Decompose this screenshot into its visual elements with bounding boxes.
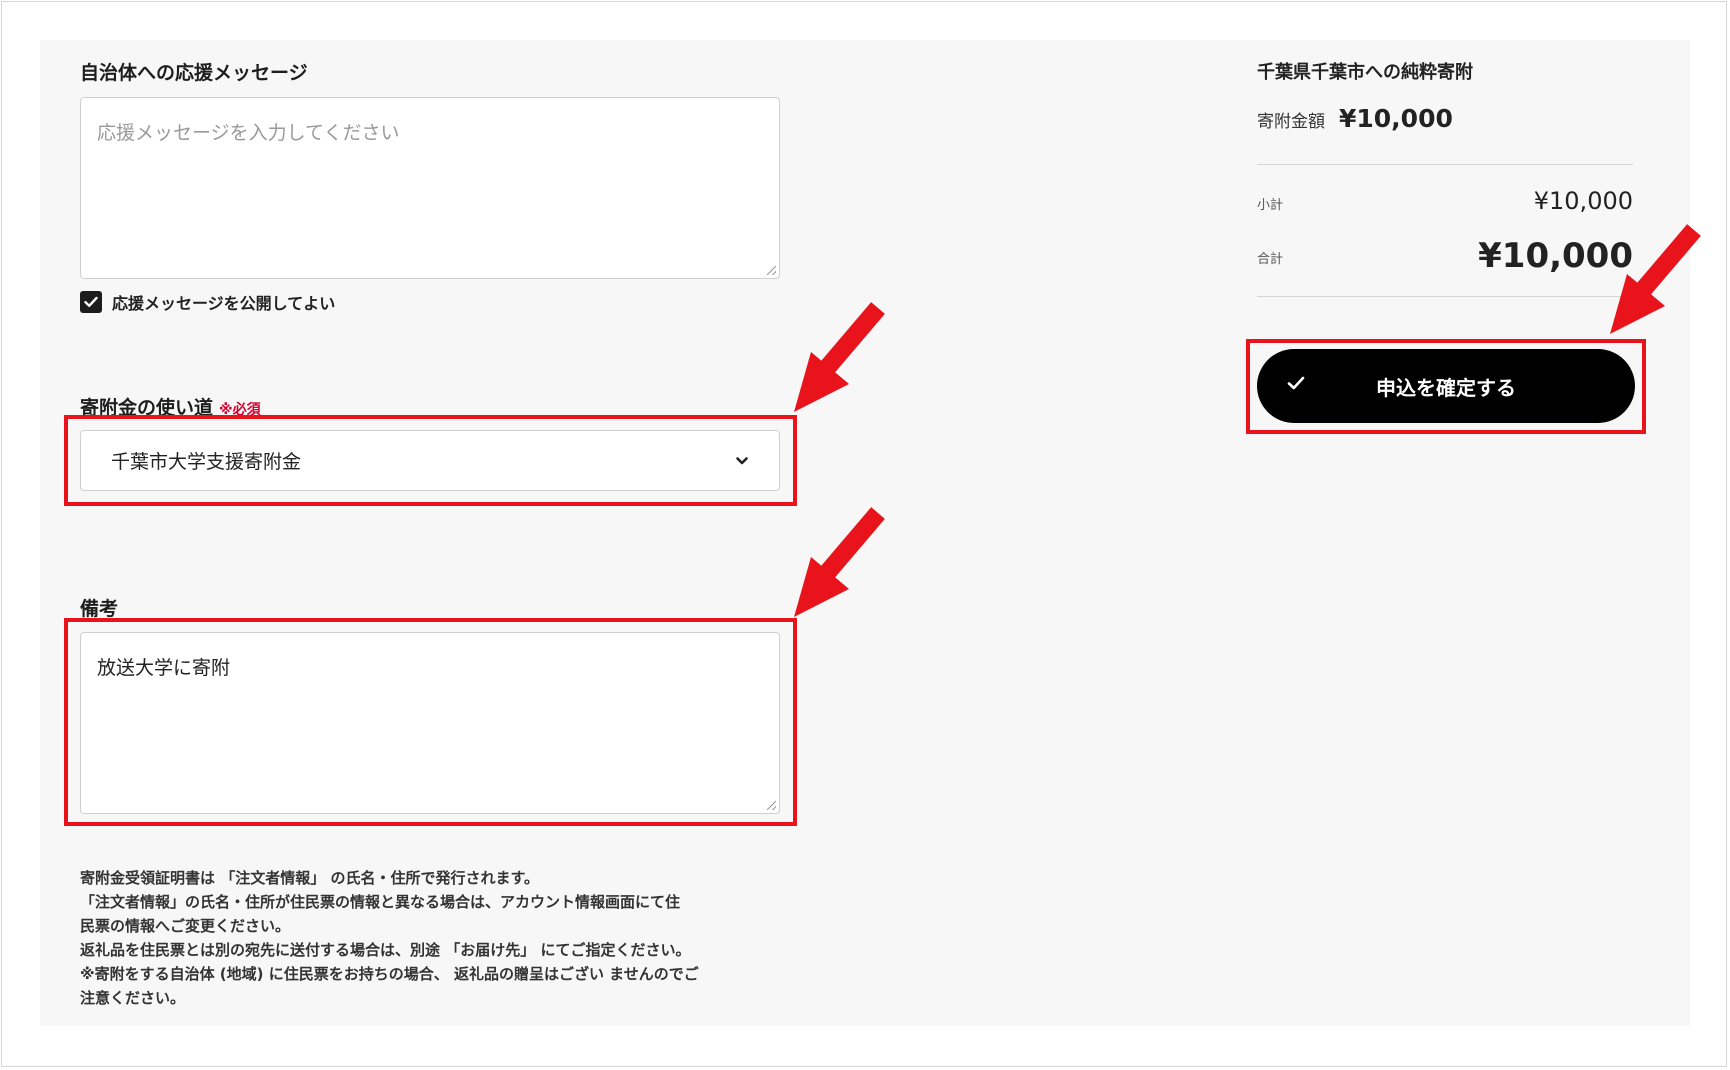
amount-label: 寄附金額 xyxy=(1257,112,1325,132)
donation-amount-row: 寄附金額 ¥10,000 xyxy=(1257,104,1453,133)
note-line: 「注文者情報」の氏名・住所が住民票の情報と異なる場合は、アカウント情報画面にて住 xyxy=(80,893,681,911)
highlight-box-remarks xyxy=(64,618,797,826)
resize-grip-icon[interactable] xyxy=(767,266,776,275)
summary-divider-bottom xyxy=(1257,296,1633,297)
highlight-box-submit xyxy=(1246,339,1646,434)
arrow-icon xyxy=(794,302,885,412)
amount-value: ¥10,000 xyxy=(1339,104,1453,133)
publish-checkbox-row[interactable]: 応援メッセージを公開してよい xyxy=(80,290,335,314)
highlight-box-usage xyxy=(64,415,797,506)
message-textarea[interactable]: 応援メッセージを入力してください xyxy=(80,97,780,279)
remarks-heading: 備考 xyxy=(80,598,119,620)
arrow-icon xyxy=(1610,224,1701,334)
note-line: 返礼品を住民票とは別の宛先に送付する場合は、別途 「お届け先」 にてご指定くださ… xyxy=(80,941,691,959)
arrow-icon xyxy=(794,507,885,617)
note-line: 注意ください。 xyxy=(80,989,186,1007)
summary-title: 千葉県千葉市への純粋寄附 xyxy=(1257,62,1473,83)
check-icon xyxy=(84,296,98,307)
subtotal-label: 小計 xyxy=(1257,198,1284,213)
subtotal-value: ¥10,000 xyxy=(1533,187,1633,215)
publish-checkbox[interactable] xyxy=(80,291,102,313)
message-heading: 自治体への応援メッセージ xyxy=(80,62,308,84)
note-line: 寄附金受領証明書は 「注文者情報」 の氏名・住所で発行されます。 xyxy=(80,869,539,887)
publish-label: 応援メッセージを公開してよい xyxy=(112,294,336,313)
notes-block: 寄附金受領証明書は 「注文者情報」 の氏名・住所で発行されます。 「注文者情報」… xyxy=(80,866,780,1010)
total-label: 合計 xyxy=(1257,252,1284,267)
summary-divider-top xyxy=(1257,164,1633,165)
note-line: 民票の情報へご変更ください。 xyxy=(80,917,291,935)
message-placeholder: 応援メッセージを入力してください xyxy=(97,122,400,144)
note-line: ※寄附をする自治体 (地域) に住民票をお持ちの場合、 返礼品の贈呈はござい ま… xyxy=(80,965,699,983)
